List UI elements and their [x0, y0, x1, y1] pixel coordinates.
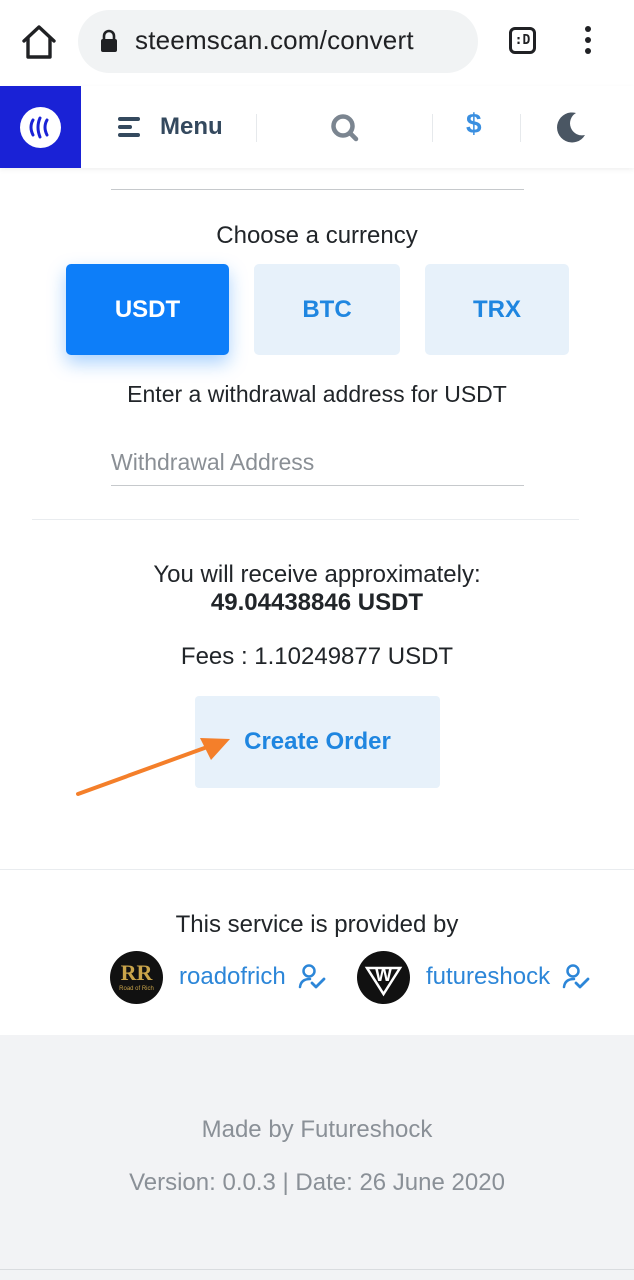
footer: Made by Futureshock Version: 0.0.3 | Dat… — [0, 1035, 634, 1280]
nav-divider — [256, 114, 257, 142]
input-underline — [111, 485, 524, 486]
provider-name[interactable]: roadofrich — [179, 963, 286, 991]
currency-usdt-button[interactable]: USDT — [66, 264, 229, 355]
menu-label: Menu — [160, 113, 223, 140]
version-text: Version: 0.0.3 | Date: 26 June 2020 — [129, 1169, 505, 1196]
made-by-text: Made by Futureshock — [201, 1116, 433, 1143]
steem-logo[interactable] — [0, 86, 81, 168]
url-text: steemscan.com/convert — [135, 25, 414, 55]
provider-name[interactable]: futureshock — [426, 963, 550, 991]
nav-divider — [520, 114, 521, 142]
currency-trx-button[interactable]: TRX — [425, 264, 569, 355]
receive-amount: 49.04438846 USDT — [210, 589, 424, 616]
section-divider — [0, 869, 634, 870]
input-underline — [111, 189, 524, 190]
withdrawal-address-prompt: Enter a withdrawal address for USDT — [127, 381, 507, 407]
section-divider — [32, 519, 579, 520]
verified-user-icon — [298, 964, 326, 989]
nav-divider — [432, 114, 433, 142]
provider-futureshock[interactable]: W futureshock — [357, 950, 590, 1004]
currency-btc-button[interactable]: BTC — [254, 264, 400, 355]
withdrawal-address-input[interactable] — [111, 440, 524, 484]
steem-icon — [29, 116, 49, 139]
tab-switcher-button[interactable]: :D — [509, 27, 536, 54]
currency-button[interactable]: $ — [466, 108, 482, 140]
browser-toolbar: steemscan.com/convert :D — [0, 0, 634, 86]
provider-roadofrich[interactable]: RR Road of Rich roadofrich — [110, 950, 326, 1004]
dark-mode-icon[interactable] — [554, 110, 588, 144]
annotation-arrow — [76, 738, 230, 796]
providers-heading: This service is provided by — [175, 911, 459, 938]
more-options-icon[interactable] — [580, 26, 596, 58]
menu-button[interactable]: Menu — [118, 112, 223, 142]
fees-text: Fees : 1.10249877 USDT — [180, 643, 454, 670]
lock-icon — [101, 29, 117, 52]
menu-icon — [118, 117, 140, 137]
home-icon[interactable] — [20, 22, 58, 62]
address-bar[interactable]: steemscan.com/convert — [78, 10, 478, 73]
verified-user-icon — [562, 964, 590, 989]
choose-currency-label: Choose a currency — [216, 222, 418, 249]
avatar: W — [357, 950, 410, 1004]
avatar: RR Road of Rich — [110, 950, 163, 1004]
receive-label: You will receive approximately: — [153, 561, 481, 588]
search-icon[interactable] — [330, 113, 360, 143]
site-navbar: Menu $ — [0, 86, 634, 168]
